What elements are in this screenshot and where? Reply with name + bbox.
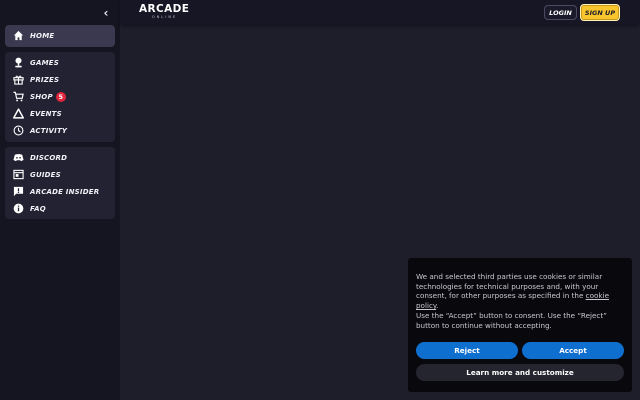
joystick-icon [13,57,24,68]
sidebar-item-games[interactable]: GAMES [5,54,115,71]
sidebar-item-shop[interactable]: SHOP 5 [5,88,115,105]
sidebar: ‹ HOME GAMES PRIZES SHOP 5 EVENTS ACTIVI… [0,0,120,400]
cookie-consent-banner: We and selected third parties use cookie… [408,258,632,392]
clock-icon [13,125,24,136]
reject-button[interactable]: Reject [416,342,518,359]
accept-button[interactable]: Accept [522,342,624,359]
logo-wordmark: ARCADE [139,3,190,15]
sidebar-item-label: HOME [30,31,55,40]
sidebar-item-events[interactable]: EVENTS [5,105,115,122]
chevron-left-icon[interactable]: ‹ [100,6,112,20]
sidebar-item-discord[interactable]: DISCORD [5,149,115,166]
home-icon [13,30,24,41]
sidebar-item-home[interactable]: HOME [5,27,115,44]
sidebar-item-label: ACTIVITY [30,126,68,135]
guide-icon [13,169,24,180]
sidebar-item-activity[interactable]: ACTIVITY [5,122,115,139]
sidebar-item-label: FAQ [30,204,46,213]
gift-icon [13,74,24,85]
sidebar-item-label: GAMES [30,58,59,67]
top-header: ARCADE ONLINE LOGIN SIGN UP [120,0,640,24]
discord-icon [13,152,24,163]
learn-more-button[interactable]: Learn more and customize [416,364,624,381]
shop-count-badge: 5 [55,91,66,102]
alert-chat-icon [13,186,24,197]
sidebar-item-label: ARCADE INSIDER [30,187,100,196]
sidebar-item-prizes[interactable]: PRIZES [5,71,115,88]
nav-main-group: GAMES PRIZES SHOP 5 EVENTS ACTIVITY [5,52,115,142]
sidebar-item-label: DISCORD [30,153,68,162]
sidebar-item-label: GUIDES [30,170,61,179]
sidebar-item-label: SHOP [30,92,53,101]
sidebar-item-arcade-insider[interactable]: ARCADE INSIDER [5,183,115,200]
nav-home-group: HOME [5,25,115,47]
sidebar-item-faq[interactable]: FAQ [5,200,115,217]
cookie-consent-text: We and selected third parties use cookie… [416,272,609,330]
sidebar-item-guides[interactable]: GUIDES [5,166,115,183]
nav-secondary-group: DISCORD GUIDES ARCADE INSIDER FAQ [5,147,115,219]
info-icon [13,203,24,214]
cart-icon [13,91,24,102]
login-button[interactable]: LOGIN [544,5,577,20]
logo-subtitle: ONLINE [152,15,178,19]
triangle-icon [13,108,24,119]
sidebar-item-label: PRIZES [30,75,60,84]
arcade-logo[interactable]: ARCADE ONLINE [139,4,191,20]
signup-button[interactable]: SIGN UP [580,4,620,21]
sidebar-item-label: EVENTS [30,109,62,118]
